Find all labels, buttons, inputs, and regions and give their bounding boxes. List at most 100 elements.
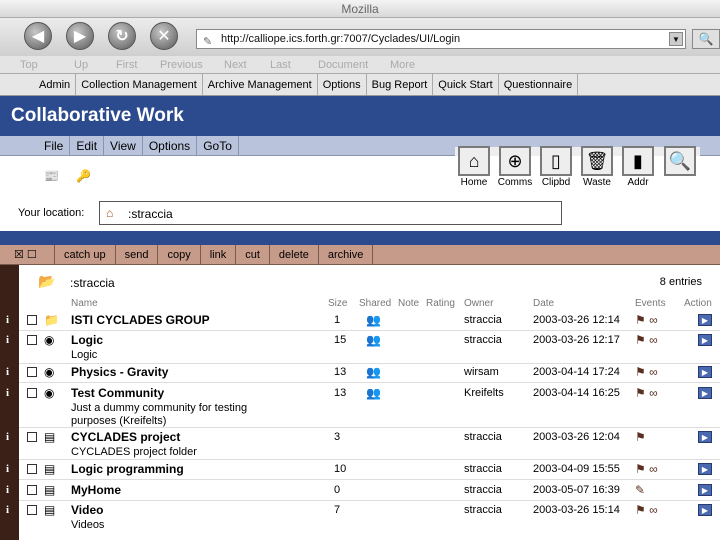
menu-edit[interactable]: Edit [70, 136, 105, 155]
action-catch-up[interactable]: catch up [55, 245, 116, 264]
admin-item-admin[interactable]: Admin [34, 74, 77, 95]
row-name[interactable]: Logic [71, 333, 103, 347]
row-action-button[interactable]: ▶ [698, 334, 712, 346]
shared-icon: 👥 [366, 365, 381, 379]
menu-options[interactable]: Options [143, 136, 198, 155]
row-checkbox[interactable] [27, 388, 37, 398]
row-action-button[interactable]: ▶ [698, 484, 712, 496]
link-first[interactable]: First [116, 59, 137, 71]
menu-view[interactable]: View [104, 136, 143, 155]
row-checkbox[interactable] [27, 335, 37, 345]
admin-item-questionnaire[interactable]: Questionnaire [499, 74, 579, 95]
back-button[interactable]: ◀ [24, 22, 52, 50]
row-action-button[interactable]: ▶ [698, 314, 712, 326]
reload-button[interactable]: ↻ [108, 22, 136, 50]
events-icon[interactable]: ⚑ ∞ [635, 333, 658, 347]
events-icon[interactable]: ⚑ ∞ [635, 365, 658, 379]
url-field[interactable]: ✎ http://calliope.ics.forth.gr:7007/Cycl… [196, 29, 686, 49]
action-bar: ☒ ☐ catch up send copy link cut delete a… [0, 245, 720, 265]
row-action-button[interactable]: ▶ [698, 387, 712, 399]
row-action-button[interactable]: ▶ [698, 463, 712, 475]
action-copy[interactable]: copy [158, 245, 201, 264]
row-size: 0 [334, 484, 341, 496]
action-link[interactable]: link [201, 245, 237, 264]
info-icon[interactable]: i [6, 431, 9, 443]
info-icon[interactable]: i [6, 484, 9, 496]
search-button[interactable]: 🔍 [692, 29, 720, 49]
info-icon[interactable]: i [6, 334, 9, 346]
tool-search[interactable]: 🔍 [662, 146, 698, 176]
info-icon[interactable]: i [6, 366, 9, 378]
stop-button[interactable]: ✕ [150, 22, 178, 50]
events-icon[interactable]: ⚑ ∞ [635, 386, 658, 400]
row-action-button[interactable]: ▶ [698, 504, 712, 516]
tool-waste[interactable]: 🗑 Waste [579, 146, 615, 188]
admin-item-collection[interactable]: Collection Management [76, 74, 203, 95]
row-action-button[interactable]: ▶ [698, 431, 712, 443]
row-checkbox[interactable] [27, 485, 37, 495]
select-all-checkboxes[interactable]: ☒ ☐ [0, 245, 55, 264]
link-last[interactable]: Last [270, 59, 291, 71]
row-name[interactable]: MyHome [71, 483, 121, 497]
key-icon[interactable]: 🔑 [76, 169, 91, 183]
info-icon[interactable]: i [6, 387, 9, 399]
project-folder-icon: ▤ [44, 483, 56, 497]
link-previous[interactable]: Previous [160, 59, 203, 71]
info-icon[interactable]: 📰 [44, 169, 59, 183]
column-events[interactable]: Events [635, 298, 666, 309]
column-date[interactable]: Date [533, 298, 554, 309]
row-checkbox[interactable] [27, 315, 37, 325]
tool-home[interactable]: ⌂ Home [456, 146, 492, 188]
row-checkbox[interactable] [27, 367, 37, 377]
row-checkbox[interactable] [27, 464, 37, 474]
row-name[interactable]: Test Community [71, 386, 164, 400]
admin-item-bug-report[interactable]: Bug Report [367, 74, 434, 95]
link-document[interactable]: Document [318, 59, 368, 71]
action-send[interactable]: send [116, 245, 159, 264]
pen-icon[interactable]: ✎ [635, 483, 645, 497]
tool-comms[interactable]: ⊕ Comms [497, 146, 533, 188]
column-rating[interactable]: Rating [426, 298, 455, 309]
info-icon[interactable]: i [6, 504, 9, 516]
location-field[interactable]: ⌂ :straccia [99, 201, 562, 225]
row-name[interactable]: ISTI CYCLADES GROUP [71, 313, 210, 327]
row-owner: straccia [464, 484, 502, 496]
row-name[interactable]: Logic programming [71, 462, 184, 476]
link-top[interactable]: Top [20, 59, 38, 71]
action-cut[interactable]: cut [236, 245, 270, 264]
row-name[interactable]: Video [71, 503, 103, 517]
row-name[interactable]: CYCLADES project [71, 430, 180, 444]
info-icon[interactable]: i [6, 314, 9, 326]
tool-clipboard[interactable]: ▯ Clipbd [538, 146, 574, 188]
action-archive[interactable]: archive [319, 245, 374, 264]
column-name[interactable]: Name [71, 298, 98, 309]
row-name[interactable]: Physics - Gravity [71, 365, 168, 379]
row-checkbox[interactable] [27, 432, 37, 442]
column-shared[interactable]: Shared [359, 298, 391, 309]
tool-address-book[interactable]: ▮ Addr [620, 146, 656, 188]
events-icon[interactable]: ⚑ ∞ [635, 313, 658, 327]
admin-item-archive[interactable]: Archive Management [203, 74, 318, 95]
column-size[interactable]: Size [328, 298, 347, 309]
forward-button[interactable]: ▶ [66, 22, 94, 50]
link-next[interactable]: Next [224, 59, 247, 71]
admin-item-options[interactable]: Options [318, 74, 367, 95]
column-owner[interactable]: Owner [464, 298, 493, 309]
events-icon[interactable]: ⚑ ∞ [635, 503, 658, 517]
link-more[interactable]: More [390, 59, 415, 71]
column-action[interactable]: Action [684, 298, 712, 309]
info-icon[interactable]: i [6, 463, 9, 475]
events-icon[interactable]: ⚑ ∞ [635, 462, 658, 476]
menu-file[interactable]: File [38, 136, 71, 155]
url-dropdown-icon[interactable]: ▼ [669, 32, 683, 46]
menu-goto[interactable]: GoTo [197, 136, 239, 155]
row-action-button[interactable]: ▶ [698, 366, 712, 378]
link-up[interactable]: Up [74, 59, 88, 71]
events-icon[interactable]: ⚑ [635, 430, 646, 444]
row-owner: straccia [464, 463, 502, 475]
row-size: 13 [334, 387, 347, 399]
row-checkbox[interactable] [27, 505, 37, 515]
column-note[interactable]: Note [398, 298, 419, 309]
action-delete[interactable]: delete [270, 245, 319, 264]
admin-item-quick-start[interactable]: Quick Start [433, 74, 499, 95]
